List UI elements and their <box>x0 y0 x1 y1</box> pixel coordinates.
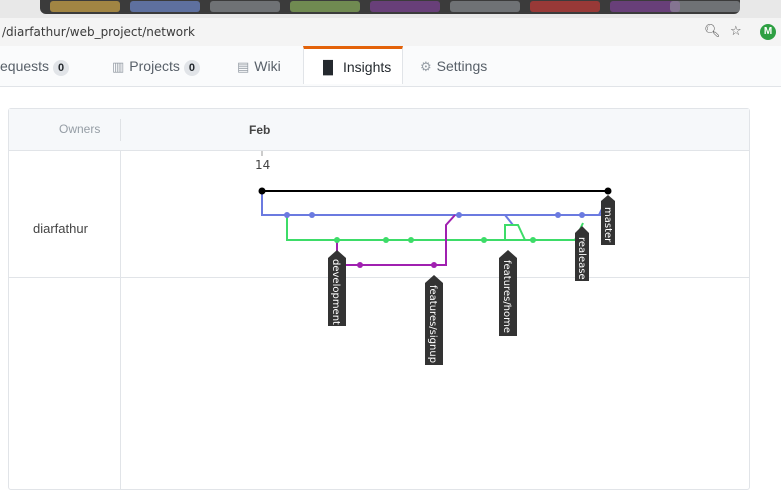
commit-dot[interactable] <box>604 187 612 195</box>
commit-dot[interactable] <box>431 262 437 268</box>
projects-counter: 0 <box>183 60 200 76</box>
browser-tab[interactable] <box>130 1 200 12</box>
browser-tab[interactable] <box>50 1 120 12</box>
network-graph-canvas[interactable]: 14 master realease development features/… <box>9 109 749 489</box>
branch-label-master[interactable]: master <box>601 195 615 245</box>
commit-dot[interactable] <box>408 237 414 243</box>
svg-text:master: master <box>602 207 613 243</box>
branch-label-development[interactable]: development <box>328 250 346 326</box>
commit-dot[interactable] <box>456 212 462 218</box>
commit-dot[interactable] <box>555 212 561 218</box>
commit-dot[interactable] <box>579 212 585 218</box>
url-text[interactable]: /diarfathur/web_project/network <box>2 25 195 39</box>
browser-tabs <box>40 0 740 14</box>
avatar[interactable]: M <box>760 24 776 40</box>
commit-dot[interactable] <box>530 237 536 243</box>
blue-to-home-line <box>459 214 514 226</box>
browser-tab-strip <box>0 0 781 18</box>
zoom-icon[interactable]: 🔍︎ <box>704 24 721 39</box>
tab-pull-requests[interactable]: equests 0 <box>0 46 70 86</box>
svg-text:development: development <box>330 259 341 325</box>
tab-settings[interactable]: ⚙ Settings <box>420 46 487 86</box>
browser-tab[interactable] <box>370 1 440 12</box>
branch-label-features-home[interactable]: features/home <box>499 250 517 336</box>
svg-text:realease: realease <box>576 237 587 280</box>
svg-text:features/home: features/home <box>501 260 512 333</box>
graph-icon: ▐▌ <box>318 61 338 76</box>
commit-dot[interactable] <box>383 237 389 243</box>
commit-dot[interactable] <box>258 187 266 195</box>
browser-tab[interactable] <box>670 1 740 12</box>
book-icon: ▤ <box>237 60 250 75</box>
pull-requests-counter: 0 <box>53 60 70 76</box>
project-icon: ▥ <box>112 60 125 75</box>
address-bar[interactable]: /diarfathur/web_project/network 🔍︎ ☆ <box>0 18 781 47</box>
day-label: 14 <box>255 158 270 172</box>
branch-label-features-signup[interactable]: features/signup <box>425 275 443 365</box>
commit-dot[interactable] <box>284 212 290 218</box>
browser-tab[interactable] <box>210 1 280 12</box>
commit-dot[interactable] <box>309 212 315 218</box>
browser-tab[interactable] <box>530 1 600 12</box>
green-branch-line <box>286 215 575 241</box>
commit-dot[interactable] <box>334 237 340 243</box>
tab-projects[interactable]: ▥ Projects 0 <box>112 46 200 86</box>
network-graph[interactable]: Owners Feb diarfathur 14 master realease… <box>8 108 750 490</box>
gear-icon: ⚙ <box>420 60 432 75</box>
branch-label-realease[interactable]: realease <box>575 226 589 281</box>
tab-projects-label: Projects <box>129 58 180 74</box>
repo-nav: equests 0 ▥ Projects 0 ▤ Wiki ▐▌ Insights ⚙ Se… <box>0 46 781 87</box>
tab-insights[interactable]: ▐▌ Insights <box>303 46 403 84</box>
svg-text:features/signup: features/signup <box>427 285 438 363</box>
tab-settings-label: Settings <box>436 58 488 74</box>
tab-wiki[interactable]: ▤ Wiki <box>237 46 281 86</box>
green-home-line <box>504 224 526 241</box>
tab-pull-requests-label: equests <box>0 58 50 74</box>
star-icon[interactable]: ☆ <box>730 24 742 39</box>
tab-insights-label: Insights <box>343 59 392 75</box>
blue-branch-line <box>261 191 607 216</box>
tab-wiki-label: Wiki <box>254 58 281 74</box>
browser-tab[interactable] <box>450 1 520 12</box>
browser-tab[interactable] <box>290 1 360 12</box>
commit-dot[interactable] <box>357 262 363 268</box>
commit-dot[interactable] <box>481 237 487 243</box>
